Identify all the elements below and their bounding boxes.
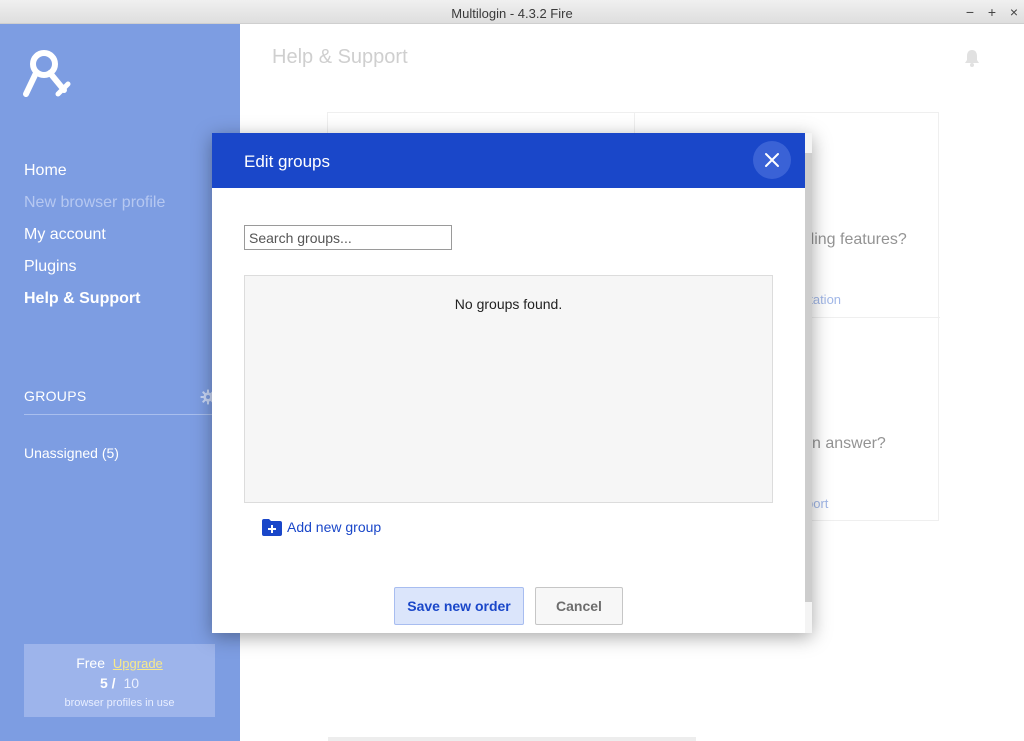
- profiles-total: 10: [123, 675, 140, 691]
- minimize-button[interactable]: −: [961, 3, 979, 21]
- upgrade-link[interactable]: Upgrade: [113, 656, 163, 671]
- nav-item-help-support[interactable]: Help & Support: [24, 288, 165, 320]
- nav-item-home[interactable]: Home: [24, 160, 165, 192]
- main-navigation: Home New browser profile My account Plug…: [24, 160, 165, 320]
- folder-plus-icon: [262, 519, 282, 536]
- plan-name: Free: [76, 655, 106, 671]
- add-new-group-label: Add new group: [287, 519, 382, 535]
- close-window-button[interactable]: ×: [1005, 3, 1023, 21]
- dialog-title: Edit groups: [244, 152, 330, 171]
- groups-list: No groups found.: [244, 275, 773, 503]
- nav-item-my-account[interactable]: My account: [24, 224, 165, 256]
- close-dialog-button[interactable]: [753, 141, 791, 179]
- nav-item-new-browser-profile[interactable]: New browser profile: [24, 192, 165, 224]
- window-title-bar: Multilogin - 4.3.2 Fire − + ×: [0, 0, 1024, 24]
- dialog-scrollbar-thumb[interactable]: [805, 153, 812, 602]
- group-item-unassigned[interactable]: Unassigned (5): [24, 445, 119, 461]
- multilogin-logo-icon: [22, 46, 74, 98]
- plan-caption: browser profiles in use: [64, 697, 175, 709]
- edit-groups-dialog: Edit groups No groups found. Add new gro…: [212, 133, 812, 633]
- groups-heading: GROUPS: [24, 388, 87, 404]
- plan-usage-panel: Free Upgrade 5 / 10 browser profiles in …: [24, 644, 215, 717]
- dialog-header: Edit groups: [212, 133, 805, 188]
- search-groups-input[interactable]: [244, 225, 452, 250]
- sidebar: Home New browser profile My account Plug…: [0, 24, 240, 741]
- groups-header: GROUPS: [24, 388, 216, 415]
- empty-state-text: No groups found.: [454, 296, 563, 312]
- close-icon: [765, 153, 779, 167]
- maximize-button[interactable]: +: [983, 3, 1001, 21]
- nav-item-plugins[interactable]: Plugins: [24, 256, 165, 288]
- window-title: Multilogin - 4.3.2 Fire: [451, 6, 573, 21]
- profiles-used: 5 /: [99, 675, 116, 691]
- cancel-button[interactable]: Cancel: [535, 587, 623, 625]
- save-new-order-button[interactable]: Save new order: [394, 587, 524, 625]
